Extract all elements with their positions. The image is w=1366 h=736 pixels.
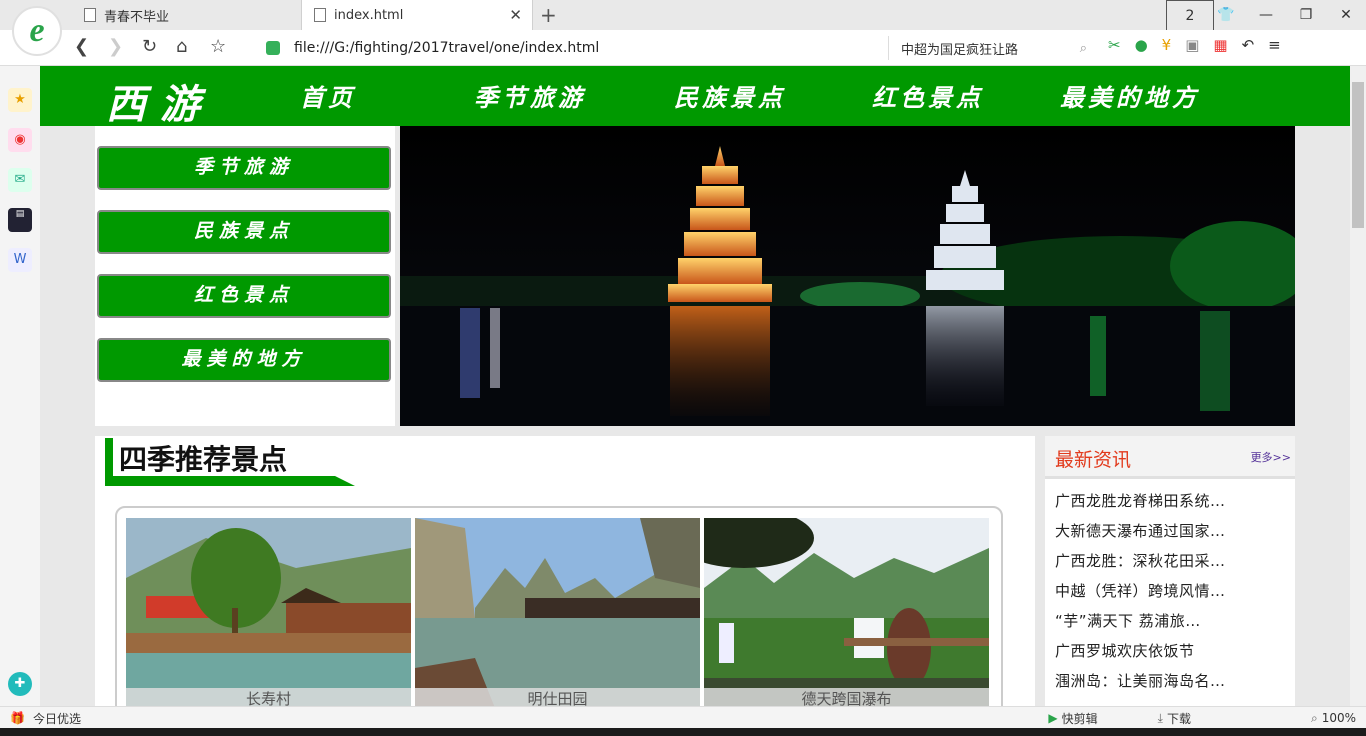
nav-most-beautiful[interactable]: 最美的地方 (1060, 78, 1200, 113)
restore-icon[interactable]: ❐ (1286, 0, 1326, 30)
translate-icon[interactable]: ● (1135, 36, 1148, 54)
status-bar: 🎁 今日优选 ▶ 快剪辑 ⤓ 下载 ⌕ 100% (0, 706, 1366, 729)
news-item[interactable]: 广西罗城欢庆依饭节 (1055, 640, 1195, 661)
village-photo (126, 518, 411, 706)
sight-caption: 长寿村 (126, 688, 411, 706)
site-logo[interactable]: 西游 (106, 72, 214, 130)
page-viewport: 西游 首页 季节旅游 民族景点 红色景点 最美的地方 季节旅游 民族景点 红色景… (40, 66, 1350, 706)
search-input[interactable]: 中超为国足疯狂让路 ⌕ (888, 36, 1101, 60)
side-menu: 季节旅游 民族景点 红色景点 最美的地方 (95, 126, 395, 426)
nav-red-sights[interactable]: 红色景点 (872, 78, 984, 113)
news-item[interactable]: 广西龙胜龙脊梯田系统… (1055, 490, 1226, 511)
scissors-icon[interactable]: ✂ (1108, 36, 1121, 54)
site-header: 西游 首页 季节旅游 民族景点 红色景点 最美的地方 (40, 66, 1350, 128)
nav-seasonal-travel[interactable]: 季节旅游 (474, 78, 586, 113)
image-icon[interactable]: ▣ (1185, 36, 1199, 54)
latest-news-panel: 最新资讯 更多>> 广西龙胜龙脊梯田系统… 大新德天瀑布通过国家… 广西龙胜：深… (1045, 436, 1295, 706)
minimize-icon[interactable]: — (1246, 0, 1286, 30)
favorites-icon[interactable]: ★ (8, 88, 32, 112)
extension-toolbar: ✂ ● ¥ ▣ ▦ ↶ ≡ (1108, 36, 1281, 54)
url-field[interactable]: file:///G:/fighting/2017travel/one/index… (266, 36, 886, 60)
menu-most-beautiful[interactable]: 最美的地方 (97, 338, 391, 382)
download-icon[interactable]: ⤓ (1158, 711, 1163, 726)
shirt-icon[interactable]: 👕 (1206, 0, 1246, 30)
sight-card[interactable]: 德天跨国瀑布 (704, 518, 989, 706)
nav-home[interactable]: 首页 (300, 78, 356, 113)
news-item[interactable]: 大新德天瀑布通过国家… (1055, 520, 1226, 541)
news-item[interactable]: 中越（凭祥）跨境风情… (1055, 580, 1226, 601)
news-header: 最新资讯 更多>> (1045, 436, 1295, 479)
gift-icon[interactable]: 🎁 (10, 711, 25, 725)
new-tab-icon[interactable]: + (540, 3, 557, 27)
address-bar-row: ❮ ❯ ↻ ⌂ ☆ file:///G:/fighting/2017travel… (0, 30, 1366, 66)
today-picks[interactable]: 今日优选 (33, 710, 81, 727)
close-tab-icon[interactable]: ✕ (509, 6, 522, 24)
tab-title: 青春不毕业 (104, 9, 170, 25)
quick-clip-icon[interactable]: ▶ (1048, 711, 1057, 725)
menu-seasonal-travel[interactable]: 季节旅游 (97, 146, 391, 190)
download-label[interactable]: 下载 (1167, 710, 1191, 727)
search-suggestion: 中超为国足疯狂让路 (901, 42, 1019, 58)
waterfall-photo (704, 518, 989, 706)
recommended-sights-section: 四季推荐景点 长寿村 明仕田园 德天跨国瀑布 (95, 436, 1035, 706)
word-icon[interactable]: W (8, 248, 32, 272)
weibo-icon[interactable]: ◉ (8, 128, 32, 152)
news-item[interactable]: “芋”满天下 荔浦旅… (1055, 610, 1201, 631)
news-item[interactable]: 广西龙胜：深秋花田采… (1055, 550, 1226, 571)
tab-title: index.html (334, 7, 404, 23)
menu-ethnic-sights[interactable]: 民族景点 (97, 210, 391, 254)
nav-ethnic-sights[interactable]: 民族景点 (674, 78, 786, 113)
tab-index-html[interactable]: index.html ✕ (301, 0, 533, 30)
home-icon[interactable]: ⌂ (176, 36, 187, 57)
quick-clip-label[interactable]: 快剪辑 (1062, 710, 1098, 727)
document-icon (314, 8, 326, 22)
browser-tab-bar: 青春不毕业 index.html ✕ + 2 👕 — ❐ ✕ (0, 0, 1366, 32)
banner-image (400, 126, 1295, 426)
menu-red-sights[interactable]: 红色景点 (97, 274, 391, 318)
security-shield-icon (266, 41, 280, 55)
add-plugin-icon[interactable]: ✚ (8, 672, 32, 696)
reload-icon[interactable]: ↻ (142, 36, 157, 57)
window-controls: 2 👕 — ❐ ✕ (1166, 0, 1366, 32)
news-more-link[interactable]: 更多>> (1251, 449, 1291, 465)
news-app-icon[interactable]: ▤ (8, 208, 32, 232)
news-title: 最新资讯 (1055, 449, 1132, 471)
undo-icon[interactable]: ↶ (1242, 36, 1255, 54)
document-icon (84, 8, 96, 22)
pastoral-photo (415, 518, 700, 706)
back-icon[interactable]: ❮ (74, 36, 89, 57)
sight-card[interactable]: 明仕田园 (415, 518, 700, 706)
browser-logo[interactable]: e (12, 6, 62, 56)
taskbar-edge (0, 728, 1366, 736)
menu-icon[interactable]: ≡ (1268, 36, 1281, 54)
apps-icon[interactable]: ▦ (1213, 36, 1227, 54)
sight-caption: 德天跨国瀑布 (704, 688, 989, 706)
tab-qingchun[interactable]: 青春不毕业 (72, 0, 300, 30)
url-text: file:///G:/fighting/2017travel/one/index… (294, 40, 600, 56)
page-scrollbar[interactable] (1350, 66, 1366, 706)
mail-icon[interactable]: ✉ (8, 168, 32, 192)
zoom-icon[interactable]: ⌕ (1311, 711, 1318, 726)
section-title: 四季推荐景点 (119, 443, 288, 476)
sight-card[interactable]: 长寿村 (126, 518, 411, 706)
forward-icon[interactable]: ❯ (108, 36, 123, 57)
bookmark-star-icon[interactable]: ☆ (210, 36, 226, 57)
scrollbar-thumb[interactable] (1352, 82, 1364, 228)
night-pagodas-photo (400, 126, 1295, 426)
tab-count-button[interactable]: 2 (1166, 0, 1214, 32)
close-window-icon[interactable]: ✕ (1326, 0, 1366, 30)
sights-gallery: 长寿村 明仕田园 德天跨国瀑布 (115, 506, 1003, 706)
news-item[interactable]: 涠洲岛：让美丽海岛名… (1055, 670, 1226, 691)
browser-sidebar: ★ ◉ ✉ ▤ W ✚ (0, 66, 41, 706)
browser-logo-icon: e (29, 12, 45, 49)
sight-caption: 明仕田园 (415, 688, 700, 706)
coupon-icon[interactable]: ¥ (1162, 36, 1172, 54)
zoom-level[interactable]: 100% (1322, 711, 1356, 725)
search-icon[interactable]: ⌕ (1080, 41, 1087, 56)
